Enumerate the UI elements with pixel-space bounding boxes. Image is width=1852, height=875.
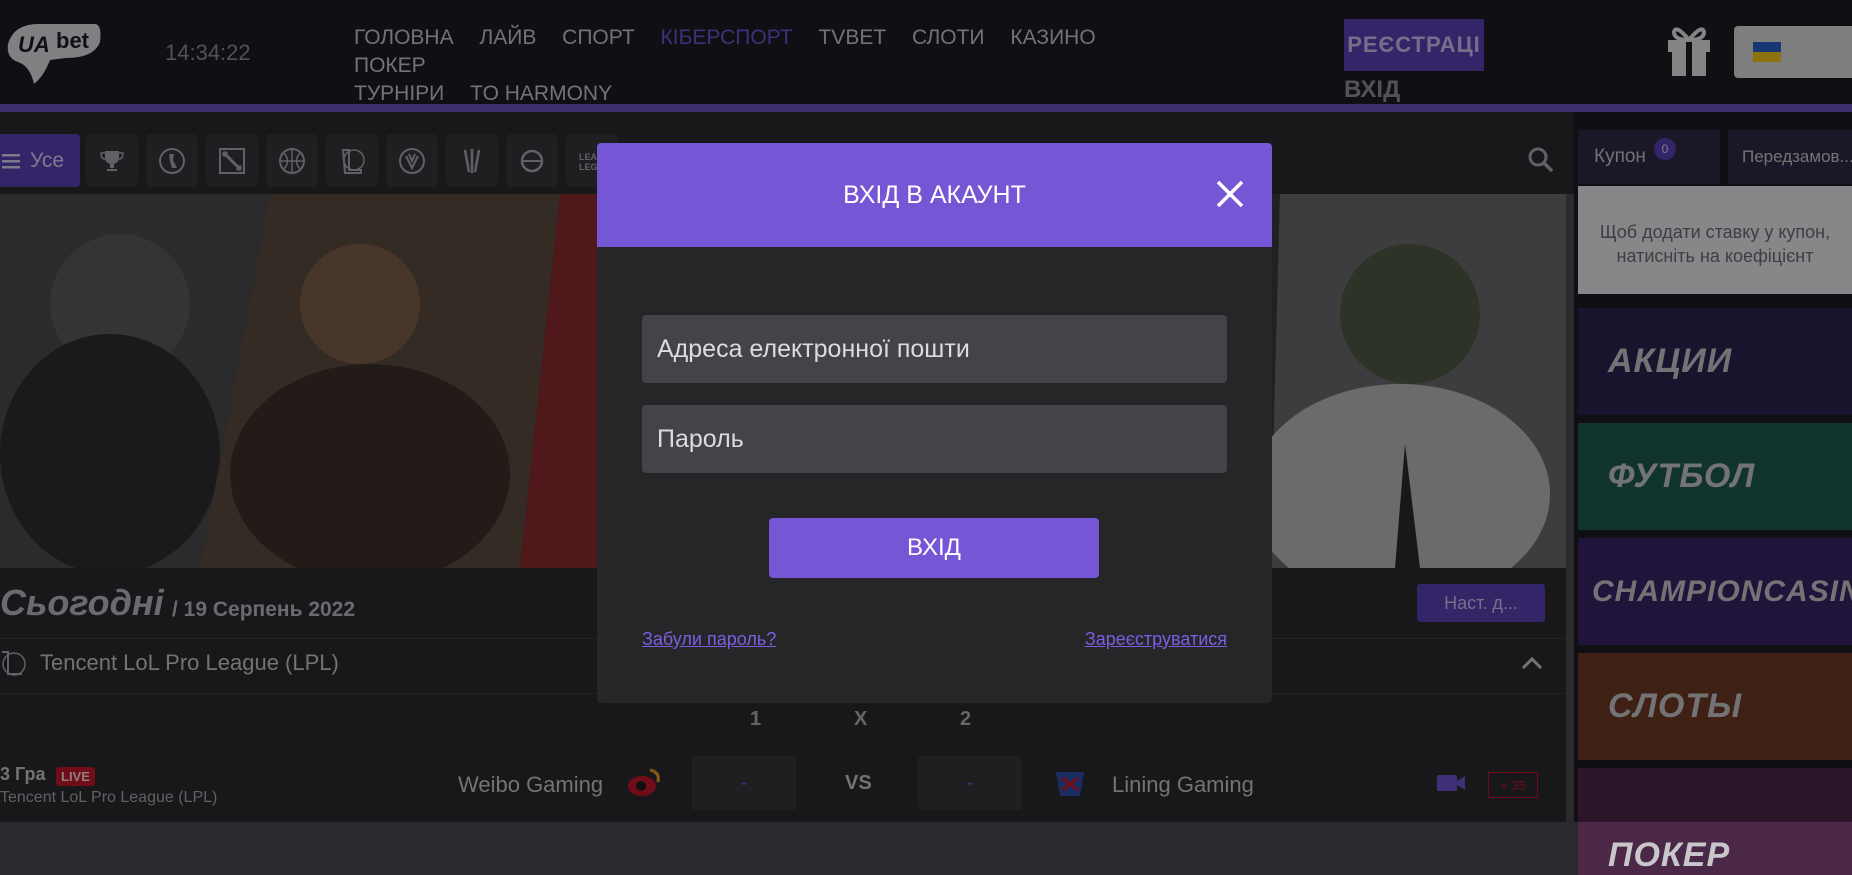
- password-field[interactable]: [642, 405, 1227, 473]
- register-link[interactable]: Зареєструватися: [1085, 629, 1227, 650]
- login-submit-button[interactable]: ВХІД: [769, 518, 1099, 578]
- modal-header: ВХІД В АКАУНТ: [597, 143, 1272, 247]
- modal-title: ВХІД В АКАУНТ: [843, 180, 1026, 209]
- login-modal: ВХІД В АКАУНТ ВХІД Забули пароль? Зареєс…: [597, 143, 1272, 703]
- forgot-password-link[interactable]: Забули пароль?: [642, 629, 776, 650]
- email-field[interactable]: [642, 315, 1227, 383]
- close-icon[interactable]: [1214, 178, 1246, 210]
